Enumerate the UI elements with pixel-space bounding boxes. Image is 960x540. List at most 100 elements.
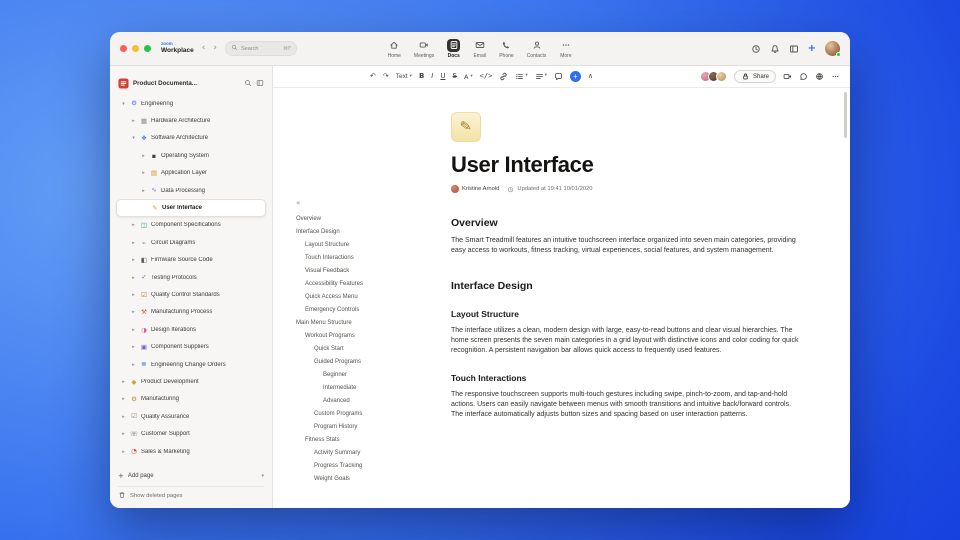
user-avatar[interactable] bbox=[825, 41, 841, 57]
page-manufacturing[interactable]: ▸ ⚙ Manufacturing bbox=[116, 391, 266, 408]
chat-button[interactable] bbox=[799, 72, 808, 81]
side-panel-toggle[interactable] bbox=[789, 44, 799, 54]
nav-home[interactable]: Home bbox=[388, 39, 401, 59]
sidebar-collapse-button[interactable] bbox=[256, 79, 264, 87]
chevron-right-icon[interactable]: ▸ bbox=[130, 344, 137, 350]
outline-guided-programs[interactable]: Guided Programs bbox=[273, 355, 445, 368]
chevron-right-icon[interactable]: ▸ bbox=[130, 292, 137, 298]
italic-button[interactable]: I bbox=[431, 73, 433, 80]
page-data-processing[interactable]: ▸ ∿ Data Processing bbox=[116, 182, 266, 199]
page-component-suppliers[interactable]: ▸ ▣ Component Suppliers bbox=[116, 338, 266, 355]
strikethrough-button[interactable]: S bbox=[452, 73, 456, 80]
share-button[interactable]: Share bbox=[733, 70, 776, 83]
page-software-architecture[interactable]: ▾ ❖ Software Architecture bbox=[116, 130, 266, 147]
insert-block-button[interactable]: + bbox=[569, 71, 581, 82]
chevron-right-icon[interactable]: ▸ bbox=[130, 240, 137, 246]
outline-interface-design[interactable]: Interface Design bbox=[273, 225, 445, 238]
outline-overview[interactable]: Overview bbox=[273, 212, 445, 225]
nav-contacts[interactable]: Contacts bbox=[527, 39, 546, 59]
start-video-button[interactable] bbox=[783, 72, 792, 81]
chevron-down-icon[interactable]: ▾ bbox=[120, 101, 127, 107]
outline-progress-tracking[interactable]: Progress Tracking bbox=[273, 459, 445, 472]
outline-fitness-stats[interactable]: Fitness Stats bbox=[273, 433, 445, 446]
page-hardware-architecture[interactable]: ▸ ▦ Hardware Architecture bbox=[116, 112, 266, 129]
nav-meetings[interactable]: Meetings bbox=[414, 39, 434, 59]
page-quality-assurance[interactable]: ▸ ☑ Quality Assurance bbox=[116, 408, 266, 425]
language-button[interactable] bbox=[815, 72, 824, 81]
comment-button[interactable] bbox=[554, 72, 563, 81]
history-back-button[interactable]: ‹ bbox=[202, 44, 206, 53]
document-emoji-icon[interactable]: ✎ bbox=[451, 112, 481, 142]
add-page-button[interactable]: + Add page ▾ bbox=[118, 468, 264, 484]
chevron-down-icon[interactable]: ▾ bbox=[130, 135, 137, 141]
align-button[interactable]: ▾ bbox=[535, 72, 547, 81]
outline-main-menu-structure[interactable]: Main Menu Structure bbox=[273, 316, 445, 329]
outline-weight-goals[interactable]: Weight Goals bbox=[273, 472, 445, 485]
fullscreen-button[interactable] bbox=[144, 45, 151, 52]
code-button[interactable]: </> bbox=[480, 73, 493, 80]
page-circuit-diagrams[interactable]: ▸ ⌁ Circuit Diagrams bbox=[116, 234, 266, 251]
outline-custom-programs[interactable]: Custom Programs bbox=[273, 407, 445, 420]
outline-quick-start[interactable]: Quick Start bbox=[273, 342, 445, 355]
bullet-list-button[interactable]: ▾ bbox=[515, 72, 528, 81]
undo-button[interactable]: ↶ bbox=[370, 73, 376, 80]
page-sales-marketing[interactable]: ▸ ◔ Sales & Marketing bbox=[116, 443, 266, 460]
chevron-right-icon[interactable]: ▸ bbox=[120, 449, 127, 455]
page-component-specifications[interactable]: ▸ ◫ Component Specifications bbox=[116, 217, 266, 234]
nav-email[interactable]: Email bbox=[473, 39, 486, 59]
redo-button[interactable]: ↷ bbox=[383, 73, 389, 80]
new-item-button[interactable]: + bbox=[808, 43, 816, 54]
outline-activity-summary[interactable]: Activity Summary bbox=[273, 446, 445, 459]
outline-advanced[interactable]: Advanced bbox=[273, 394, 445, 407]
page-application-layer[interactable]: ▸ ▤ Application Layer bbox=[116, 165, 266, 182]
outline-collapse-button[interactable]: « bbox=[273, 200, 445, 212]
page-operating-system[interactable]: ▸ ▪ Operating System bbox=[116, 147, 266, 164]
chevron-right-icon[interactable]: ▸ bbox=[130, 275, 137, 281]
show-deleted-pages-button[interactable]: Show deleted pages bbox=[118, 486, 264, 504]
outline-visual-feedback[interactable]: Visual Feedback bbox=[273, 264, 445, 277]
history-forward-button[interactable]: › bbox=[213, 44, 217, 53]
outline-quick-access-menu[interactable]: Quick Access Menu bbox=[273, 290, 445, 303]
document-content[interactable]: ✎ User Interface Kristine Arnold Updated… bbox=[445, 88, 850, 508]
nav-docs[interactable]: Docs bbox=[447, 38, 461, 59]
more-options-button[interactable] bbox=[831, 72, 840, 81]
outline-touch-interactions[interactable]: Touch Interactions bbox=[273, 251, 445, 264]
page-user-interface[interactable]: ✎ User Interface bbox=[116, 199, 266, 217]
outline-beginner[interactable]: Beginner bbox=[273, 368, 445, 381]
page-manufacturing-process[interactable]: ▸ ⚒ Manufacturing Process bbox=[116, 304, 266, 321]
chevron-right-icon[interactable]: ▸ bbox=[130, 362, 137, 368]
page-quality-control-standards[interactable]: ▸ ☑ Quality Control Standards bbox=[116, 286, 266, 303]
chevron-down-icon[interactable]: ▾ bbox=[261, 473, 264, 479]
outline-accessibility-features[interactable]: Accessibility Features bbox=[273, 277, 445, 290]
minimize-button[interactable] bbox=[132, 45, 139, 52]
chevron-right-icon[interactable]: ▸ bbox=[120, 414, 127, 420]
page-engineering-change-orders[interactable]: ▸ ≣ Engineering Change Orders bbox=[116, 356, 266, 373]
outline-emergency-controls[interactable]: Emergency Controls bbox=[273, 303, 445, 316]
chevron-right-icon[interactable]: ▸ bbox=[120, 431, 127, 437]
sidebar-search-button[interactable] bbox=[244, 79, 252, 87]
collapse-toolbar-button[interactable]: ∧ bbox=[588, 73, 593, 80]
page-product-development[interactable]: ▸ ◆ Product Development bbox=[116, 373, 266, 390]
recent-activity-button[interactable] bbox=[751, 44, 761, 54]
text-style-select[interactable]: Text ▾ bbox=[396, 73, 412, 80]
page-design-iterations[interactable]: ▸ ◑ Design Iterations bbox=[116, 321, 266, 338]
chevron-right-icon[interactable]: ▸ bbox=[130, 118, 137, 124]
page-testing-protocols[interactable]: ▸ ✓ Testing Protocols bbox=[116, 269, 266, 286]
nav-phone[interactable]: Phone bbox=[499, 39, 514, 59]
chevron-right-icon[interactable]: ▸ bbox=[130, 309, 137, 315]
link-button[interactable] bbox=[499, 72, 508, 81]
vertical-scrollbar[interactable] bbox=[844, 92, 847, 138]
close-button[interactable] bbox=[120, 45, 127, 52]
underline-button[interactable]: U bbox=[440, 73, 445, 80]
chevron-right-icon[interactable]: ▸ bbox=[140, 153, 147, 159]
outline-program-history[interactable]: Program History bbox=[273, 420, 445, 433]
chevron-right-icon[interactable]: ▸ bbox=[130, 257, 137, 263]
outline-workout-programs[interactable]: Workout Programs bbox=[273, 329, 445, 342]
chevron-right-icon[interactable]: ▸ bbox=[120, 396, 127, 402]
nav-more[interactable]: More bbox=[559, 39, 572, 59]
chevron-right-icon[interactable]: ▸ bbox=[130, 327, 137, 333]
page-engineering[interactable]: ▾ ⚙ Engineering bbox=[116, 95, 266, 112]
page-firmware-source-code[interactable]: ▸ ◧ Firmware Source Code bbox=[116, 252, 266, 269]
outline-intermediate[interactable]: Intermediate bbox=[273, 381, 445, 394]
bold-button[interactable]: B bbox=[419, 73, 424, 80]
